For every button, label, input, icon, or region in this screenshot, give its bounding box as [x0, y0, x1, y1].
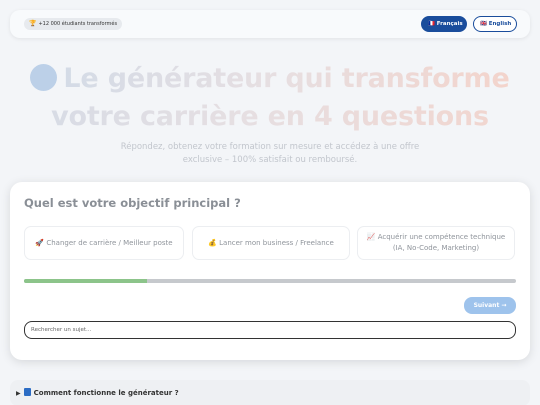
option-tech-skill[interactable]: 📈 Acquérir une compétence technique (IA,…	[357, 226, 515, 260]
book-icon	[23, 388, 31, 396]
page-subtitle: Répondez, obtenez votre formation sur me…	[120, 142, 420, 165]
question-title: Quel est votre objectif principal ?	[24, 196, 241, 210]
students-badge-text: +12 000 étudiants transformés	[38, 21, 118, 27]
progress-bar	[24, 279, 516, 283]
faq-summary[interactable]: ▶ Comment fonctionne le générateur ?	[16, 388, 179, 397]
bubble-icon	[30, 64, 58, 91]
top-bar: 🏆 +12 000 étudiants transformés 🇫🇷 França…	[10, 10, 530, 38]
trophy-icon: 🏆	[29, 20, 37, 27]
option-business[interactable]: 💰 Lancer mon business / Freelance	[192, 226, 350, 260]
title-line-2: votre carrière en 4 questions	[0, 98, 540, 136]
language-english-button[interactable]: 🇬🇧 English	[473, 16, 517, 32]
page-title: Le générateur qui transforme votre carri…	[0, 60, 540, 136]
option-career-change[interactable]: 🚀 Changer de carrière / Meilleur poste	[24, 226, 184, 260]
language-french-button[interactable]: 🇫🇷 Français	[421, 16, 467, 32]
title-line-1: Le générateur qui transforme	[63, 63, 510, 94]
quiz-card: Quel est votre objectif principal ? 🚀 Ch…	[10, 182, 530, 360]
next-button[interactable]: Suivant →	[464, 297, 516, 314]
disclosure-triangle-icon: ▶	[16, 390, 21, 397]
search-input[interactable]	[24, 321, 516, 339]
faq-title: Comment fonctionne le générateur ?	[33, 389, 179, 397]
progress-fill	[24, 279, 147, 283]
faq-section[interactable]: ▶ Comment fonctionne le générateur ?	[10, 380, 530, 405]
students-badge: 🏆 +12 000 étudiants transformés	[24, 18, 123, 30]
